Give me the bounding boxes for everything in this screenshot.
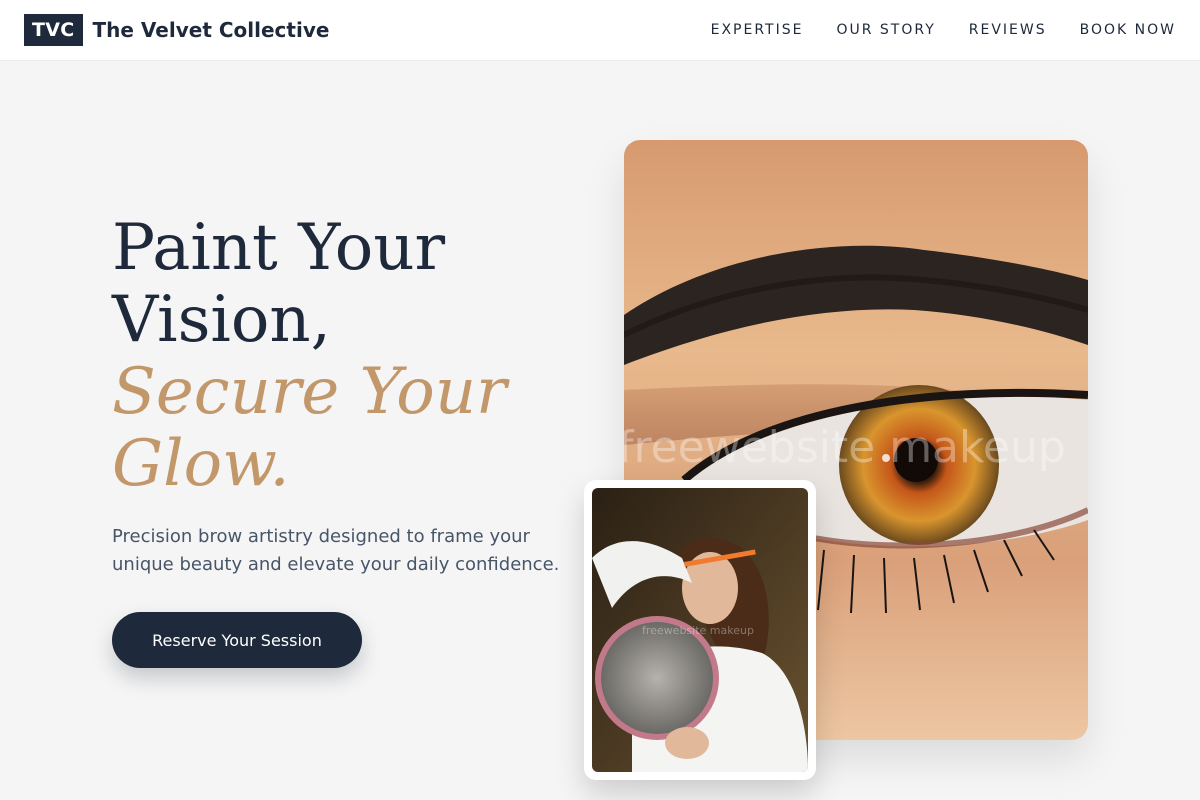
hero-title-accent-line-2: Glow. — [112, 427, 290, 501]
brand-name: The Velvet Collective — [92, 18, 330, 42]
brand[interactable]: TVC The Velvet Collective — [24, 14, 329, 46]
reserve-session-button[interactable]: Reserve Your Session — [112, 612, 362, 668]
inset-image-watermark: freewebsite makeup — [642, 624, 754, 637]
hero-title-accent-line-1: Secure Your — [112, 355, 507, 429]
logo-mark: TVC — [24, 14, 83, 46]
main-image-watermark: freewebsite makeup — [624, 422, 1066, 473]
inset-photo-frame: freewebsite makeup — [584, 480, 816, 780]
hero-title-line-1: Paint Your — [112, 211, 446, 285]
hero-title: Paint Your Vision, Secure Your Glow. — [112, 212, 592, 500]
hero-subtitle: Precision brow artistry designed to fram… — [112, 526, 560, 575]
top-navbar: TVC The Velvet Collective EXPERTISE OUR … — [0, 0, 1200, 61]
nav-link-reviews[interactable]: REVIEWS — [969, 22, 1047, 38]
nav-link-expertise[interactable]: EXPERTISE — [711, 22, 804, 38]
brow-brushing-photo: freewebsite makeup — [592, 488, 808, 772]
nav-links: EXPERTISE OUR STORY REVIEWS BOOK NOW — [711, 22, 1176, 38]
nav-link-book-now[interactable]: BOOK NOW — [1080, 22, 1176, 38]
nav-link-our-story[interactable]: OUR STORY — [836, 22, 935, 38]
hero-title-line-2: Vision, — [112, 283, 331, 357]
